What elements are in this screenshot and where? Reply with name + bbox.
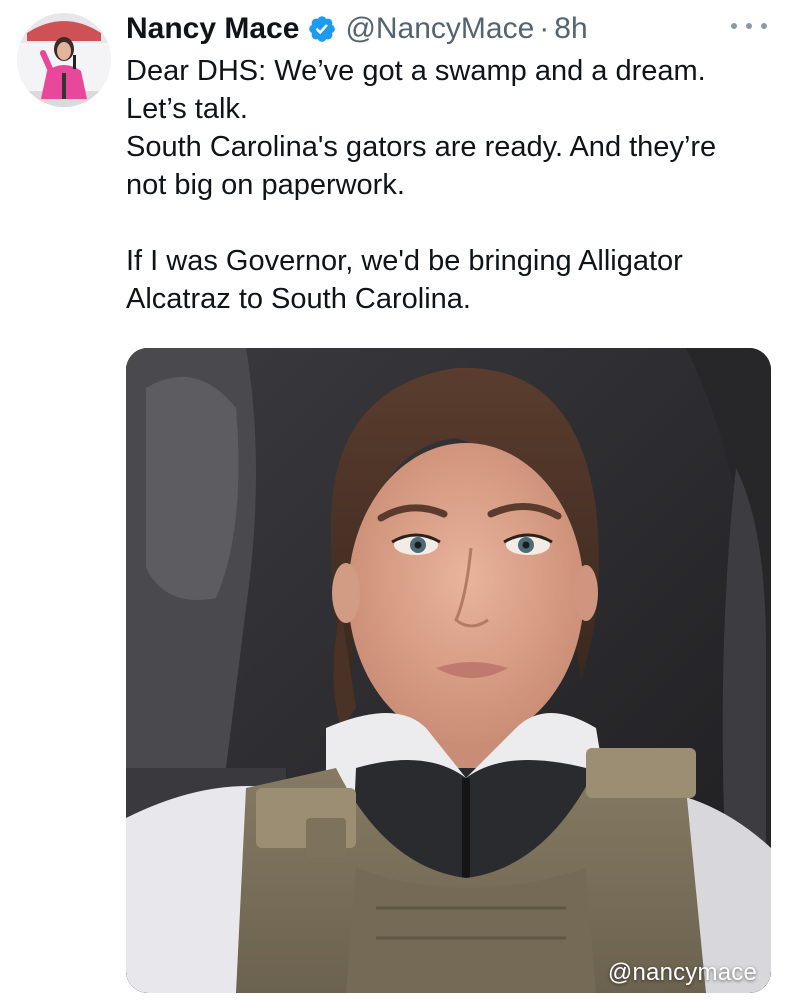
tweet-text-line: Dear DHS: We’ve got a swamp and a dream. bbox=[126, 55, 706, 87]
timestamp[interactable]: 8h bbox=[554, 12, 587, 46]
tweet-text-line: If I was Governor, we'd be bringing Alli… bbox=[126, 245, 683, 277]
display-name[interactable]: Nancy Mace bbox=[126, 12, 299, 46]
tweet-text-line: Alcatraz to South Carolina. bbox=[126, 283, 471, 315]
tweet-text: Dear DHS: We’ve got a swamp and a dream.… bbox=[126, 52, 766, 318]
tweet-text-line: Let’s talk. bbox=[126, 93, 248, 125]
verified-badge-icon bbox=[307, 14, 337, 44]
tweet-text-line: South Carolina's gators are ready. And t… bbox=[126, 131, 717, 163]
tweet-text-line: not big on paperwork. bbox=[126, 169, 405, 201]
separator-dot: · bbox=[539, 12, 550, 45]
avatar-image bbox=[17, 13, 111, 107]
media-watermark: @nancymace bbox=[607, 959, 757, 986]
tweet-media-photo[interactable]: @nancymace bbox=[126, 348, 771, 993]
avatar[interactable] bbox=[17, 13, 111, 107]
selfie-photo bbox=[126, 348, 771, 993]
handle[interactable]: @NancyMace bbox=[345, 12, 534, 46]
tweet-header: Nancy Mace @NancyMace · 8h bbox=[126, 8, 588, 50]
more-options-icon[interactable] bbox=[731, 18, 767, 34]
tweet-card[interactable]: Nancy Mace @NancyMace · 8h Dear DHS: We’… bbox=[0, 0, 789, 1000]
